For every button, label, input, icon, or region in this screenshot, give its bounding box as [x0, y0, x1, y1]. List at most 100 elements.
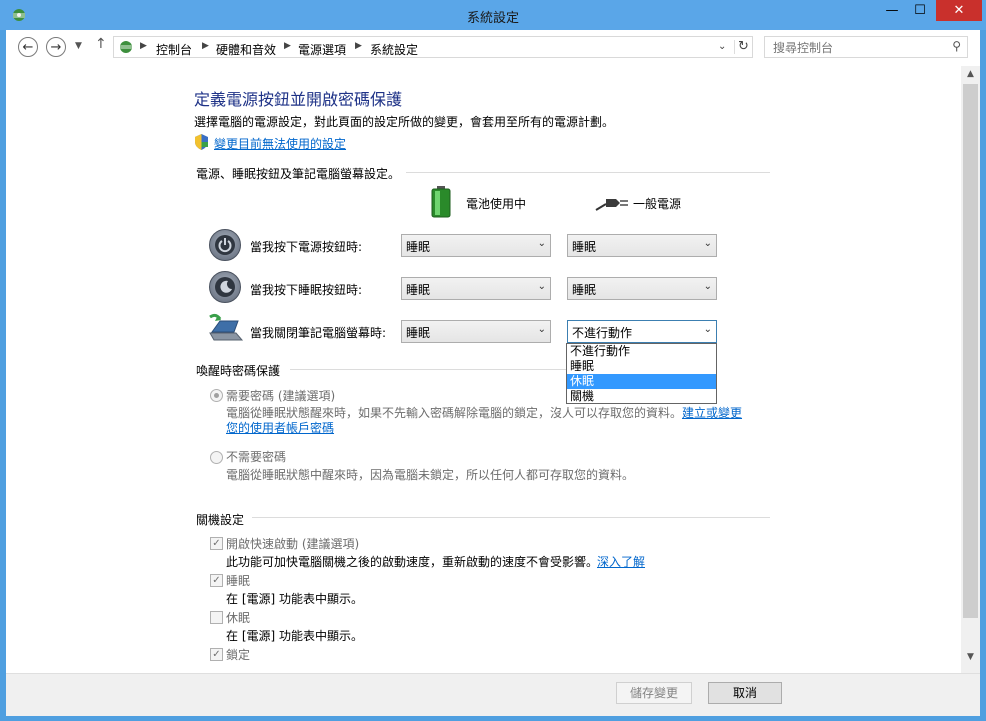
- title-bar: 系統設定 — ☐ ✕: [0, 0, 986, 30]
- sleep-label: 睡眠: [226, 574, 251, 588]
- dropdown-option-do-nothing[interactable]: 不進行動作: [567, 344, 716, 359]
- battery-icon: [431, 186, 451, 218]
- select-value: 睡眠: [406, 283, 431, 297]
- lid-close-battery-select[interactable]: 睡眠 ⌄: [401, 320, 551, 343]
- minimize-icon: —: [885, 3, 899, 18]
- up-button[interactable]: ↑: [95, 36, 107, 52]
- breadcrumb-separator-icon: ▶: [284, 41, 291, 51]
- chevron-down-icon: ⌄: [703, 324, 712, 335]
- page-description: 選擇電腦的電源設定，對此頁面的設定所做的變更，會套用至所有的電源計劃。: [194, 115, 615, 129]
- select-value: 睡眠: [406, 326, 431, 340]
- fast-startup-checkbox[interactable]: ✓: [210, 537, 223, 550]
- lock-checkbox[interactable]: ✓: [210, 648, 223, 661]
- breadcrumb-power-options[interactable]: 電源選項: [298, 41, 346, 58]
- no-password-description: 電腦從睡眠狀態中醒來時，因為電腦未鎖定，所以任何人都可存取您的資料。: [226, 468, 635, 482]
- breadcrumb-separator-icon: ▶: [140, 41, 147, 51]
- power-button-icon: [209, 229, 241, 261]
- lid-close-plugged-select[interactable]: 不進行動作 ⌄: [567, 320, 717, 343]
- user-account-password-link[interactable]: 您的使用者帳戶密碼: [226, 419, 334, 436]
- learn-more-link[interactable]: 深入了解: [597, 553, 645, 570]
- create-change-password-link[interactable]: 建立或變更: [682, 404, 742, 421]
- no-password-label: 不需要密碼: [226, 450, 287, 464]
- save-changes-button[interactable]: 儲存變更: [616, 682, 692, 704]
- scroll-up-icon[interactable]: ▲: [961, 69, 980, 79]
- chevron-down-icon: ⌄: [537, 238, 546, 249]
- forward-button[interactable]: →: [46, 37, 66, 57]
- select-value: 睡眠: [572, 240, 597, 254]
- search-box[interactable]: ⚲: [764, 36, 968, 58]
- control-panel-icon: [120, 41, 132, 53]
- power-plug-icon: [595, 199, 628, 211]
- address-history-chevron-icon[interactable]: ⌄: [718, 41, 726, 52]
- fast-startup-label: 開啟快速啟動 (建議選項): [226, 537, 360, 551]
- fast-startup-description: 此功能可加快電腦關機之後的啟動速度，重新啟動的速度不會受影響。: [226, 555, 599, 569]
- shutdown-section-title: 關機設定: [196, 513, 245, 527]
- sleep-checkbox[interactable]: ✓: [210, 574, 223, 587]
- lid-close-label: 當我關閉筆記電腦螢幕時:: [250, 326, 387, 340]
- power-section-title: 電源、睡眠按鈕及筆記電腦螢幕設定。: [196, 167, 401, 181]
- maximize-icon: ☐: [914, 3, 926, 18]
- wake-section-title: 喚醒時密碼保護: [196, 364, 281, 378]
- uac-shield-icon: [195, 134, 208, 150]
- footer-bar: 儲存變更 取消: [6, 673, 980, 716]
- lid-close-plugged-dropdown-list: 不進行動作 睡眠 休眠 關機: [566, 343, 717, 404]
- window-title: 系統設定: [466, 11, 519, 26]
- window: 系統設定 — ☐ ✕ ← → ▼ ↑ ▶ 控制台 ▶ 硬體和音效 ▶ 電源選項 …: [0, 0, 986, 721]
- sleep-button-icon: [209, 271, 241, 303]
- dropdown-option-hibernate[interactable]: 休眠: [567, 374, 716, 389]
- refresh-icon[interactable]: ↻: [738, 39, 749, 54]
- section-divider: [290, 369, 570, 370]
- section-divider: [252, 517, 770, 518]
- breadcrumb-separator-icon: ▶: [202, 41, 209, 51]
- require-password-radio[interactable]: [210, 389, 223, 402]
- address-divider: [734, 40, 735, 54]
- cancel-button[interactable]: 取消: [708, 682, 782, 704]
- dropdown-option-sleep[interactable]: 睡眠: [567, 359, 716, 374]
- require-password-label: 需要密碼 (建議選項): [226, 389, 336, 403]
- navigation-bar: ← → ▼ ↑ ▶ 控制台 ▶ 硬體和音效 ▶ 電源選項 ▶ 系統設定 ⌄ ↻ …: [6, 30, 980, 67]
- select-value: 睡眠: [572, 283, 597, 297]
- recent-pages-button[interactable]: ▼: [75, 41, 82, 51]
- change-unavailable-settings-link[interactable]: 變更目前無法使用的設定: [214, 135, 346, 152]
- back-button[interactable]: ←: [18, 37, 38, 57]
- select-value: 不進行動作: [572, 326, 633, 340]
- content-area: 定義電源按鈕並開啟密碼保護 選擇電腦的電源設定，對此頁面的設定所做的變更，會套用…: [6, 66, 961, 673]
- chevron-down-icon: ⌄: [537, 324, 546, 335]
- section-divider: [406, 172, 770, 173]
- lock-label: 鎖定: [226, 648, 251, 662]
- chevron-down-icon: ⌄: [703, 238, 712, 249]
- close-button[interactable]: ✕: [936, 0, 982, 21]
- back-arrow-icon: ←: [22, 40, 34, 55]
- laptop-lid-icon: [209, 313, 244, 341]
- scrollbar-thumb[interactable]: [963, 84, 978, 618]
- chevron-down-icon: ▼: [75, 41, 82, 51]
- sleep-button-battery-select[interactable]: 睡眠 ⌄: [401, 277, 551, 300]
- plugged-in-column-header: 一般電源: [633, 197, 682, 211]
- hibernate-label: 休眠: [226, 611, 251, 625]
- address-bar[interactable]: ▶ 控制台 ▶ 硬體和音效 ▶ 電源選項 ▶ 系統設定 ⌄ ↻: [113, 36, 753, 58]
- sleep-button-plugged-select[interactable]: 睡眠 ⌄: [567, 277, 717, 300]
- hibernate-checkbox[interactable]: [210, 611, 223, 624]
- power-button-label: 當我按下電源按鈕時:: [250, 240, 363, 254]
- breadcrumb-system-settings[interactable]: 系統設定: [370, 41, 418, 58]
- sleep-description: 在 [電源] 功能表中顯示。: [226, 592, 363, 606]
- breadcrumb-hardware-sound[interactable]: 硬體和音效: [216, 41, 276, 58]
- breadcrumb-control-panel[interactable]: 控制台: [156, 41, 192, 58]
- power-button-plugged-select[interactable]: 睡眠 ⌄: [567, 234, 717, 257]
- power-button-battery-select[interactable]: 睡眠 ⌄: [401, 234, 551, 257]
- sleep-button-label: 當我按下睡眠按鈕時:: [250, 283, 363, 297]
- minimize-button[interactable]: —: [878, 0, 906, 21]
- search-input[interactable]: [771, 39, 935, 57]
- chevron-down-icon: ⌄: [703, 281, 712, 292]
- battery-column-header: 電池使用中: [466, 197, 527, 211]
- no-password-radio[interactable]: [210, 451, 223, 464]
- search-icon[interactable]: ⚲: [952, 39, 961, 53]
- hibernate-description: 在 [電源] 功能表中顯示。: [226, 629, 363, 643]
- maximize-button[interactable]: ☐: [906, 0, 934, 21]
- vertical-scrollbar[interactable]: ▲ ▼: [961, 66, 980, 673]
- dropdown-option-shutdown[interactable]: 關機: [567, 389, 716, 404]
- forward-arrow-icon: →: [50, 40, 62, 55]
- scroll-down-icon[interactable]: ▼: [961, 652, 980, 662]
- chevron-down-icon: ⌄: [537, 281, 546, 292]
- select-value: 睡眠: [406, 240, 431, 254]
